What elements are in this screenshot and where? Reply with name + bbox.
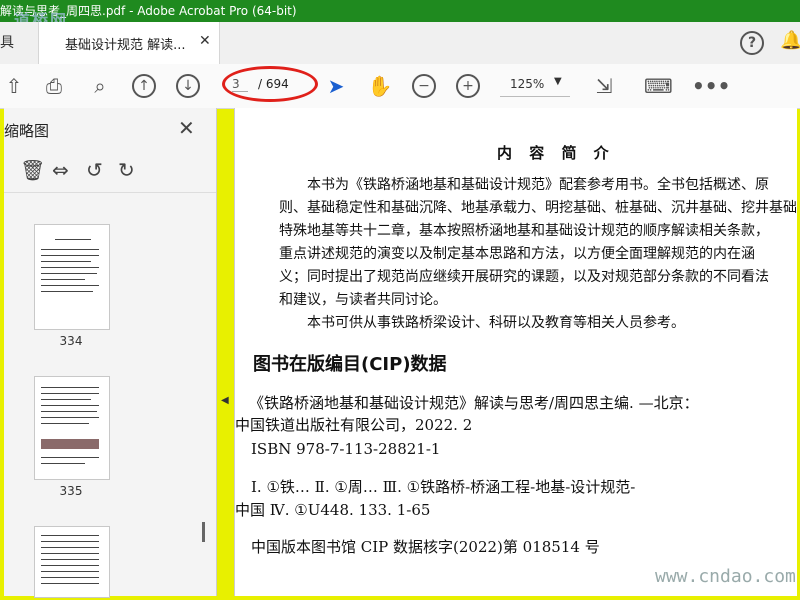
summary-line: 本书可供从事铁路桥梁设计、科研以及教育等相关人员参考。 bbox=[307, 315, 685, 331]
collapse-panel-icon[interactable]: ◀ bbox=[221, 395, 229, 406]
keyboard-tool-icon[interactable]: ⌨ bbox=[644, 72, 673, 100]
fit-page-icon[interactable]: ⇲ bbox=[590, 72, 618, 100]
print-icon[interactable]: ⎙ bbox=[40, 72, 68, 100]
more-options-icon[interactable]: ••• bbox=[692, 72, 730, 100]
tab-document[interactable]: 基础设计规范 解读... ✕ bbox=[38, 22, 220, 64]
thumbnail-scrollbar[interactable] bbox=[200, 202, 208, 592]
chevron-down-icon: ▼ bbox=[554, 76, 562, 87]
select-arrow-icon[interactable]: ➤ bbox=[322, 72, 350, 100]
cip-line: ISBN 978-7-113-28821-1 bbox=[251, 440, 441, 458]
next-page-icon[interactable]: ↓ bbox=[176, 74, 200, 98]
site-watermark-bottom: www.cndao.com bbox=[655, 566, 796, 587]
cip-line: 中国版本图书馆 CIP 数据核字(2022)第 018514 号 bbox=[251, 538, 600, 556]
search-icon[interactable]: ⌕ bbox=[86, 72, 114, 100]
zoom-value: 125% bbox=[510, 77, 545, 91]
thumbnail-page-label: 334 bbox=[59, 334, 83, 348]
cip-line: 中国 Ⅳ. ①U448. 133. 1-65 bbox=[235, 501, 431, 519]
highlight-circle-annotation bbox=[222, 66, 318, 102]
thumbnail-page-label: 335 bbox=[59, 484, 83, 498]
close-tab-icon[interactable]: ✕ bbox=[199, 33, 211, 49]
tab-tools-partial[interactable]: 具 bbox=[0, 32, 14, 52]
summary-line: 本书为《铁路桥涵地基和基础设计规范》配套参考用书。全书包括概述、原 bbox=[307, 177, 769, 193]
cip-line: 《铁路桥涵地基和基础设计规范》解读与思考/周四思主编. —北京： bbox=[249, 394, 699, 412]
title-bar: 解读与思考_周四思.pdf - Adobe Acrobat Pro (64-bi… bbox=[0, 0, 800, 22]
toolbar: ⇧ ⎙ ⌕ ↑ ↓ 3 / 694 ➤ ✋ − + 125% ▼ ⇲ ⌨ ••• bbox=[0, 64, 800, 109]
rotate-left-icon[interactable]: ↺ bbox=[86, 158, 103, 182]
cip-line: Ⅰ. ①铁… Ⅱ. ①周… Ⅲ. ①铁路桥-桥涵工程-地基-设计规范- bbox=[251, 478, 636, 496]
rotate-right-icon[interactable]: ↻ bbox=[118, 158, 135, 182]
panel-title: 缩略图 bbox=[4, 122, 50, 140]
prev-page-icon[interactable]: ↑ bbox=[132, 74, 156, 98]
page-thumbnail[interactable] bbox=[34, 526, 110, 598]
close-panel-icon[interactable]: ✕ bbox=[178, 116, 195, 140]
delete-icon[interactable]: 🗑 bbox=[20, 158, 45, 182]
tab-bar: 具 基础设计规范 解读... ✕ ? 🔔 bbox=[0, 22, 800, 65]
summary-line: 则、基础稳定性和基础沉降、地基承载力、明挖基础、桩基础、沉井基础、挖井基础、 bbox=[279, 200, 797, 216]
page-thumbnail[interactable] bbox=[34, 224, 110, 330]
help-icon[interactable]: ? bbox=[740, 31, 764, 55]
summary-line: 重点讲述规范的演变以及制定基本思路和方法，以方便全面理解规范的内在涵 bbox=[279, 246, 755, 262]
zoom-dropdown[interactable]: 125% ▼ bbox=[500, 74, 570, 97]
tab-document-label: 基础设计规范 解读... bbox=[65, 38, 186, 53]
cip-line: 中国铁道出版社有限公司，2022. 2 bbox=[235, 416, 473, 434]
scrollbar-handle[interactable] bbox=[202, 522, 205, 542]
hand-tool-icon[interactable]: ✋ bbox=[366, 72, 394, 100]
divider bbox=[4, 192, 216, 193]
cip-title: 图书在版编目(CIP)数据 bbox=[253, 354, 447, 375]
zoom-out-icon[interactable]: − bbox=[412, 74, 436, 98]
page-thumbnail[interactable] bbox=[34, 376, 110, 480]
zoom-in-icon[interactable]: + bbox=[456, 74, 480, 98]
summary-heading: 内 容 简 介 bbox=[497, 144, 615, 162]
document-page: 内 容 简 介 本书为《铁路桥涵地基和基础设计规范》配套参考用书。全书包括概述、… bbox=[234, 108, 797, 596]
summary-line: 特殊地基等共十二章，基本按照桥涵地基和基础设计规范的顺序解读相关条款， bbox=[279, 223, 769, 239]
insert-page-icon[interactable]: ⇔ bbox=[52, 158, 69, 182]
notification-bell-icon[interactable]: 🔔 bbox=[780, 30, 800, 51]
summary-line: 和建议，与读者共同讨论。 bbox=[279, 292, 447, 308]
upload-icon[interactable]: ⇧ bbox=[0, 72, 28, 100]
summary-line: 义；同时提出了规范尚应继续开展研究的课题，以及对规范部分条款的不同看法 bbox=[279, 269, 769, 285]
thumbnail-panel: 缩略图 ✕ 🗑 ⇔ ↺ ↻ 334 335 bbox=[4, 108, 217, 598]
